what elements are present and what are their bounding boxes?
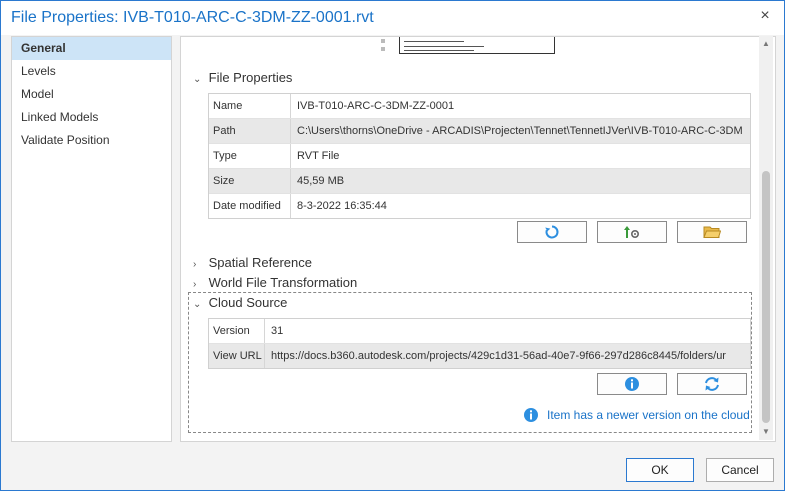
scroll-up-icon[interactable]: ▲ [759, 39, 773, 48]
sync-icon [705, 377, 719, 391]
row-key: Version [209, 319, 265, 343]
file-properties-title: File Properties [208, 70, 293, 85]
sidebar-item-linked-models[interactable]: Linked Models [12, 106, 171, 129]
row-value: 31 [271, 325, 284, 337]
cloud-notice: Item has a newer version on the cloud [523, 406, 750, 424]
chevron-down-icon: ⌄ [193, 74, 202, 85]
scrollbar-thumb[interactable] [762, 171, 770, 423]
world-file-transformation-title: World File Transformation [208, 275, 358, 290]
scroll-down-icon[interactable]: ▼ [759, 427, 773, 436]
file-properties-table: Name IVB-T010-ARC-C-3DM-ZZ-0001 Path C:\… [208, 93, 751, 219]
row-value: 45,59 MB [297, 175, 345, 187]
file-properties-dialog: File Properties: IVB-T010-ARC-C-3DM-ZZ-0… [0, 0, 785, 491]
spatial-reference-title: Spatial Reference [208, 255, 312, 270]
row-value: RVT File [297, 150, 340, 162]
upload-settings-icon [624, 226, 640, 239]
chevron-right-icon: › [193, 259, 197, 270]
cancel-button[interactable]: Cancel [706, 458, 774, 482]
row-key: Name [209, 94, 291, 118]
table-row: Version 31 [209, 319, 750, 344]
upload-settings-button[interactable] [597, 221, 667, 243]
table-row: View URL https://docs.b360.autodesk.com/… [209, 344, 750, 368]
spatial-reference-header[interactable]: › Spatial Reference [193, 255, 312, 270]
row-key: Type [209, 144, 291, 168]
chevron-down-icon: ⌄ [193, 299, 202, 310]
row-key: View URL [209, 344, 265, 368]
file-properties-header[interactable]: ⌄ File Properties [193, 70, 292, 85]
table-row: Path C:\Users\thorns\OneDrive - ARCADIS\… [209, 119, 750, 144]
row-value: 8-3-2022 16:35:44 [297, 200, 387, 212]
row-key: Date modified [209, 194, 291, 218]
cloud-info-button[interactable] [597, 373, 667, 395]
info-icon [524, 408, 538, 422]
ok-button[interactable]: OK [626, 458, 694, 482]
row-value: IVB-T010-ARC-C-3DM-ZZ-0001 [297, 100, 455, 112]
sidebar-item-model[interactable]: Model [12, 83, 171, 106]
sidebar-item-validate-position[interactable]: Validate Position [12, 129, 171, 152]
window-title: File Properties: IVB-T010-ARC-C-3DM-ZZ-0… [11, 9, 374, 26]
folder-icon [703, 226, 721, 238]
chevron-right-icon: › [193, 279, 197, 290]
cloud-source-table: Version 31 View URL https://docs.b360.au… [208, 318, 751, 369]
refresh-icon [545, 225, 559, 239]
close-icon[interactable]: × [756, 7, 774, 25]
table-row: Size 45,59 MB [209, 169, 750, 194]
sidebar-item-general[interactable]: General [12, 37, 171, 60]
table-row: Name IVB-T010-ARC-C-3DM-ZZ-0001 [209, 94, 750, 119]
row-key: Size [209, 169, 291, 193]
world-file-transformation-header[interactable]: › World File Transformation [193, 275, 357, 290]
refresh-button[interactable] [517, 221, 587, 243]
sidebar-item-levels[interactable]: Levels [12, 60, 171, 83]
sidebar-nav: General Levels Model Linked Models Valid… [11, 36, 172, 442]
cloud-sync-button[interactable] [677, 373, 747, 395]
cloud-notice-text: Item has a newer version on the cloud [547, 408, 750, 422]
title-bar: File Properties: IVB-T010-ARC-C-3DM-ZZ-0… [1, 1, 784, 35]
row-value: C:\Users\thorns\OneDrive - ARCADIS\Proje… [297, 125, 743, 137]
row-key: Path [209, 119, 291, 143]
cloud-source-section: ⌄ Cloud Source Version 31 View URL https… [188, 292, 752, 433]
cloud-source-title: Cloud Source [208, 295, 288, 310]
vertical-scrollbar[interactable]: ▲ ▼ [759, 36, 773, 440]
cloud-source-header[interactable]: ⌄ Cloud Source [193, 295, 287, 310]
info-icon [625, 377, 639, 391]
thumbnail-preview [377, 37, 557, 55]
open-folder-button[interactable] [677, 221, 747, 243]
table-row: Type RVT File [209, 144, 750, 169]
table-row: Date modified 8-3-2022 16:35:44 [209, 194, 750, 218]
row-value: https://docs.b360.autodesk.com/projects/… [271, 350, 726, 362]
